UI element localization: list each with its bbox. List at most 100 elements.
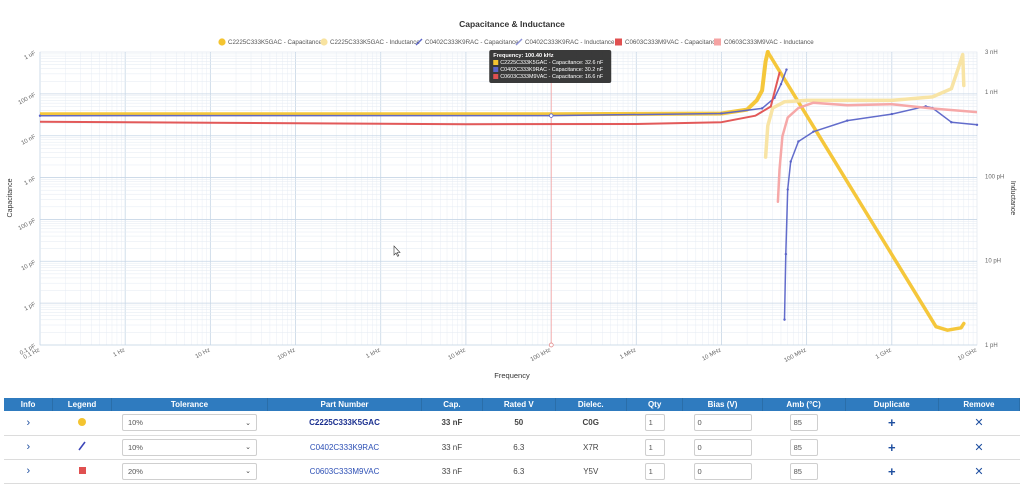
cap-cell: 33 nF <box>421 411 483 436</box>
header-tolerance: Tolerance <box>111 398 268 411</box>
close-icon[interactable]: ✕ <box>974 417 983 429</box>
amb-input[interactable]: 85 <box>789 462 818 480</box>
legend-cell <box>52 435 112 460</box>
tolerance-cell: 10% ⌄ <box>111 411 268 436</box>
y-left-tick-label: 10 pF <box>21 260 38 273</box>
header-dielectric: Dielec. <box>555 398 627 411</box>
bias-input[interactable]: 0 <box>693 438 752 456</box>
series-point <box>38 114 42 117</box>
series-point <box>890 112 894 116</box>
cap-cell: 33 nF <box>421 459 483 484</box>
chevron-down-icon: ⌄ <box>245 419 251 427</box>
bias-input[interactable]: 0 <box>693 462 752 480</box>
legend-label: C2225C333K5GAC - Capacitance <box>228 39 322 46</box>
header-qty: Qty <box>626 398 684 411</box>
amb-input[interactable]: 85 <box>789 414 818 432</box>
tooltip-row: C0402C333K9RAC - Capacitance: 30.2 nF <box>500 67 603 73</box>
amb-cell: 85 <box>762 411 846 436</box>
y-left-tick-label: 100 nF <box>18 92 38 106</box>
dielectric-cell: C0G <box>555 411 627 436</box>
info-cell: › <box>4 435 53 460</box>
bias-cell: 0 <box>682 411 763 436</box>
x-tick-label: 10 Hz <box>195 347 212 360</box>
close-icon[interactable]: ✕ <box>974 442 983 454</box>
chevron-right-icon[interactable]: › <box>26 465 30 477</box>
tolerance-value: 10% <box>127 442 143 452</box>
bias-input[interactable]: 0 <box>693 414 752 432</box>
plus-icon[interactable]: + <box>888 464 896 479</box>
header-rated-v: Rated V <box>482 398 556 411</box>
series-point <box>784 252 788 256</box>
chevron-down-icon: ⌄ <box>245 444 251 451</box>
part-number-link[interactable]: C2225C333K5GAC <box>309 418 380 427</box>
rated-v-cell: 6.3 <box>482 435 556 460</box>
legend-cell <box>52 459 112 484</box>
series-point <box>785 68 788 71</box>
y-right-tick-label: 1 pH <box>985 343 998 349</box>
y-left-tick-label: 100 pF <box>18 218 38 232</box>
x-axis-label: Frequency <box>494 371 530 380</box>
qty-cell: 1 <box>626 411 683 436</box>
series-point <box>783 318 786 321</box>
qty-input[interactable]: 1 <box>644 462 665 480</box>
legend-label: C0603C333M9VAC - Inductance <box>724 39 814 46</box>
header-part-number: Part Number <box>267 398 423 411</box>
series-point <box>720 112 723 115</box>
series-point <box>797 140 800 143</box>
tooltip-title: Frequency: 100.40 kHz <box>493 53 554 59</box>
legend-label: C0402C333K9RAC - Inductance <box>525 39 615 46</box>
part-number-link[interactable]: C0402C333K9RAC <box>310 443 379 452</box>
x-tick-label: 1 GHz <box>875 347 893 360</box>
tooltip-row: C2225C333K5GAC - Capacitance: 32.6 nF <box>500 60 604 66</box>
tolerance-cell: 20% ⌄ <box>111 459 268 484</box>
tolerance-select[interactable]: 20% ⌄ <box>121 462 257 480</box>
series-point <box>786 188 789 191</box>
bias-cell: 0 <box>682 435 763 460</box>
dielectric-cell: X7R <box>555 435 627 460</box>
dielectric-cell: Y5V <box>555 459 627 484</box>
part-number-link[interactable]: C0603C333M9VAC <box>310 467 380 476</box>
close-icon[interactable]: ✕ <box>974 466 983 478</box>
y-left-tick-label: 10 nF <box>21 134 38 147</box>
legend-cell <box>52 411 112 436</box>
header-duplicate: Duplicate <box>845 398 939 411</box>
plus-icon[interactable]: + <box>888 415 896 430</box>
duplicate-cell: + <box>845 411 939 436</box>
series-point <box>950 121 953 124</box>
part-number-cell: C2225C333K5GAC <box>267 411 422 436</box>
legend-square-icon <box>615 38 622 46</box>
qty-input[interactable]: 1 <box>644 438 665 456</box>
qty-input[interactable]: 1 <box>644 414 665 432</box>
part-number-cell: C0402C333K9RAC <box>267 435 422 460</box>
cap-cell: 33 nF <box>421 435 483 460</box>
duplicate-cell: + <box>845 435 939 460</box>
x-tick-label: 100 kHz <box>530 347 552 363</box>
rated-v-cell: 50 <box>482 411 556 436</box>
tooltip-row: C0603C333M9VAC - Capacitance: 16.6 nF <box>500 74 604 80</box>
tolerance-select[interactable]: 10% ⌄ <box>121 414 257 432</box>
chart-container: Capacitance & Inductance C2225C333K5GAC -… <box>0 0 1024 392</box>
chevron-right-icon[interactable]: › <box>26 417 30 429</box>
amb-input[interactable]: 85 <box>789 438 818 456</box>
tolerance-select[interactable]: 10% ⌄ <box>121 438 257 456</box>
x-tick-label: 10 GHz <box>957 347 978 362</box>
series-point <box>760 107 764 110</box>
cursor-anchor <box>548 342 554 348</box>
tolerance-cell: 10% ⌄ <box>111 435 268 460</box>
header-cap: Cap. <box>421 398 483 411</box>
x-tick-label: 100 MHz <box>784 347 808 364</box>
capacitance-inductance-chart[interactable]: Capacitance & Inductance C2225C333K5GAC -… <box>0 0 1024 392</box>
part-number-cell: C0603C333M9VAC <box>267 459 422 484</box>
legend-label: C0603C333M9VAC - Capacitance <box>625 39 719 46</box>
remove-cell: ✕ <box>938 459 1020 484</box>
chevron-right-icon[interactable]: › <box>26 441 30 453</box>
amb-cell: 85 <box>762 459 846 484</box>
table-row: › 10% ⌄ C0402C333K9RAC 33 nF 6.3 X7R 1 0 … <box>4 435 1020 460</box>
y-right-tick-label: 10 pH <box>985 259 1001 265</box>
x-tick-label: 100 Hz <box>277 347 297 361</box>
x-tick-label: 10 kHz <box>448 347 467 361</box>
header-legend: Legend <box>52 398 112 411</box>
x-tick-label: 1 MHz <box>619 347 637 360</box>
parts-table: Info Legend Tolerance Part Number Cap. R… <box>4 398 1021 484</box>
plus-icon[interactable]: + <box>888 440 896 455</box>
